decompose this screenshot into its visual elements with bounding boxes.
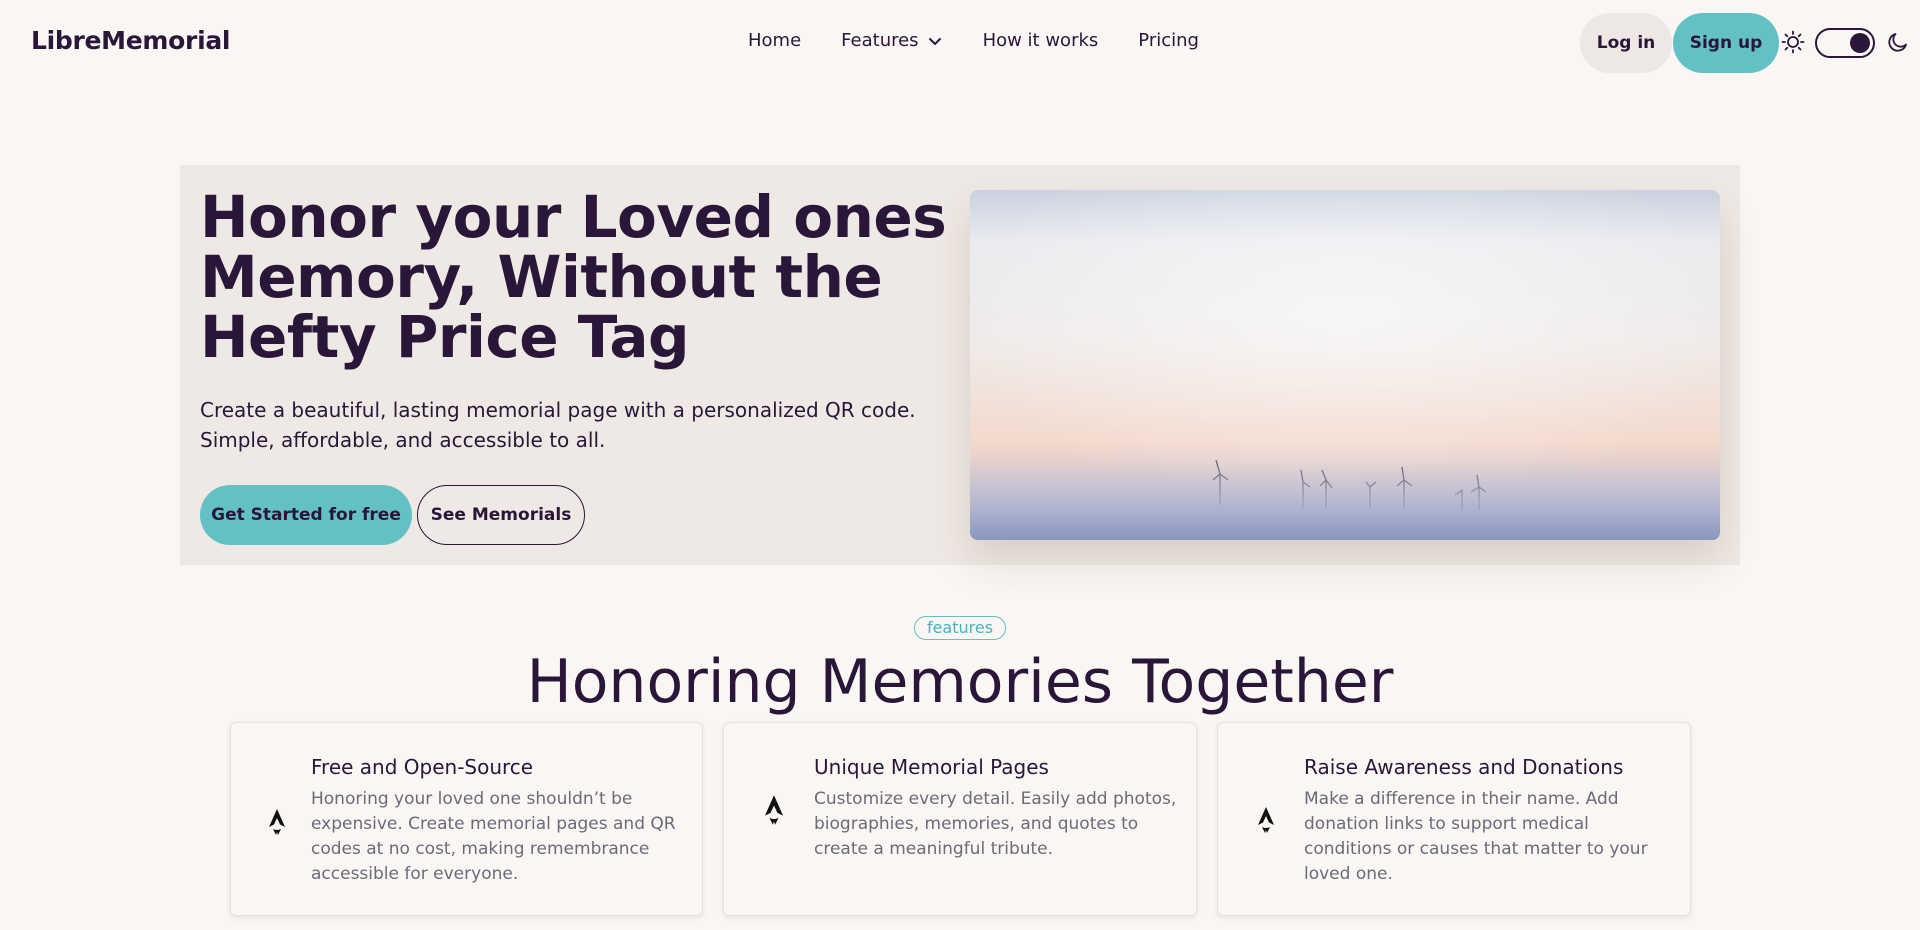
features-section-title: Honoring Memories Together: [526, 647, 1394, 717]
nav-features[interactable]: Features: [841, 30, 942, 51]
login-button[interactable]: Log in: [1580, 13, 1672, 73]
feature-card: Unique Memorial Pages Customize every de…: [723, 722, 1197, 916]
signup-button[interactable]: Sign up: [1673, 13, 1779, 73]
get-started-button[interactable]: Get Started for free: [200, 485, 412, 545]
theme-toggle-knob: [1850, 33, 1870, 53]
hero-subtitle: Create a beautiful, lasting memorial pag…: [200, 398, 916, 452]
feature-card-description: Customize every detail. Easily add photo…: [814, 789, 1177, 859]
hero-title: Honor your Loved ones Memory, Without th…: [200, 183, 947, 371]
theme-toggle[interactable]: [1815, 28, 1875, 58]
site-logo[interactable]: LibreMemorial: [31, 26, 230, 55]
hero-image: [970, 190, 1720, 540]
astro-logo-icon: [764, 795, 784, 825]
astro-logo-icon: [1258, 807, 1274, 833]
feature-card-title: Unique Memorial Pages: [814, 755, 1049, 779]
nav-pricing-label: Pricing: [1138, 30, 1199, 51]
main-nav: Home Features How it works Pricing: [748, 30, 1199, 51]
astro-logo-icon: [269, 809, 285, 835]
foggy-wind-turbines-photo: [970, 190, 1720, 540]
see-memorials-button[interactable]: See Memorials: [417, 485, 585, 545]
feature-card-description: Honoring your loved one shouldn’t be exp…: [311, 789, 676, 884]
features-tag: features: [914, 616, 1006, 640]
feature-card: Raise Awareness and Donations Make a dif…: [1217, 722, 1691, 916]
nav-features-label: Features: [841, 30, 919, 51]
feature-card-title: Raise Awareness and Donations: [1304, 755, 1624, 779]
chevron-down-icon: [928, 37, 941, 45]
site-header: LibreMemorial Home Features How it works…: [0, 0, 1920, 86]
nav-home[interactable]: Home: [748, 30, 801, 51]
feature-card: Free and Open-Source Honoring your loved…: [230, 722, 703, 916]
moon-icon[interactable]: [1886, 30, 1910, 54]
nav-pricing[interactable]: Pricing: [1138, 30, 1199, 51]
sun-icon[interactable]: [1781, 30, 1805, 54]
feature-card-description: Make a difference in their name. Add don…: [1304, 789, 1648, 884]
nav-home-label: Home: [748, 30, 802, 51]
nav-how-it-works-label: How it works: [982, 30, 1099, 51]
hero-section: Honor your Loved ones Memory, Without th…: [180, 165, 1740, 565]
nav-how-it-works[interactable]: How it works: [983, 30, 1099, 51]
feature-card-title: Free and Open-Source: [311, 755, 534, 779]
